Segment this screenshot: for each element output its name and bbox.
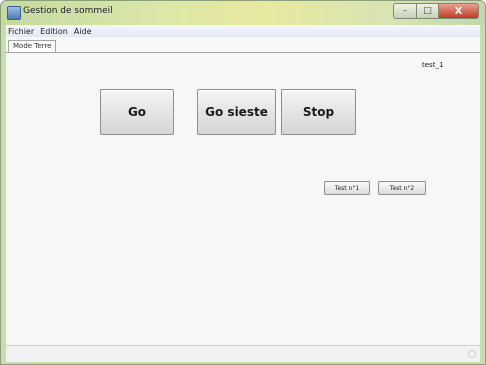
- close-button[interactable]: X: [439, 3, 479, 19]
- stop-button[interactable]: Stop: [281, 89, 356, 135]
- go-button[interactable]: Go: [100, 89, 174, 135]
- maximize-button[interactable]: □: [417, 3, 439, 19]
- test-label: test_1: [422, 61, 444, 69]
- test-2-button[interactable]: Test n°2: [378, 181, 426, 195]
- window-title: Gestion de sommeil: [23, 6, 113, 16]
- tab-mode-terre[interactable]: Mode Terre: [8, 40, 57, 52]
- minimize-button[interactable]: –: [393, 3, 417, 19]
- status-bar: [6, 345, 480, 362]
- test-1-button[interactable]: Test n°1: [324, 181, 370, 195]
- window-controls: – □ X: [393, 3, 479, 21]
- tab-panel: test_1 Go Go sieste Stop Test n°1 Test n…: [6, 52, 480, 345]
- menu-fichier[interactable]: Fichier: [6, 27, 37, 36]
- client-area: Mode Terre test_1 Go Go sieste Stop Test…: [6, 37, 480, 345]
- resize-grip-icon[interactable]: [468, 350, 476, 358]
- title-bar[interactable]: Gestion de sommeil – □ X: [1, 1, 485, 25]
- app-icon: [7, 6, 21, 20]
- go-sieste-button[interactable]: Go sieste: [197, 89, 276, 135]
- menu-bar: Fichier Edition Aide: [6, 25, 480, 37]
- menu-aide[interactable]: Aide: [71, 27, 95, 36]
- app-window: Gestion de sommeil – □ X Fichier Edition…: [0, 0, 486, 365]
- menu-edition[interactable]: Edition: [37, 27, 71, 36]
